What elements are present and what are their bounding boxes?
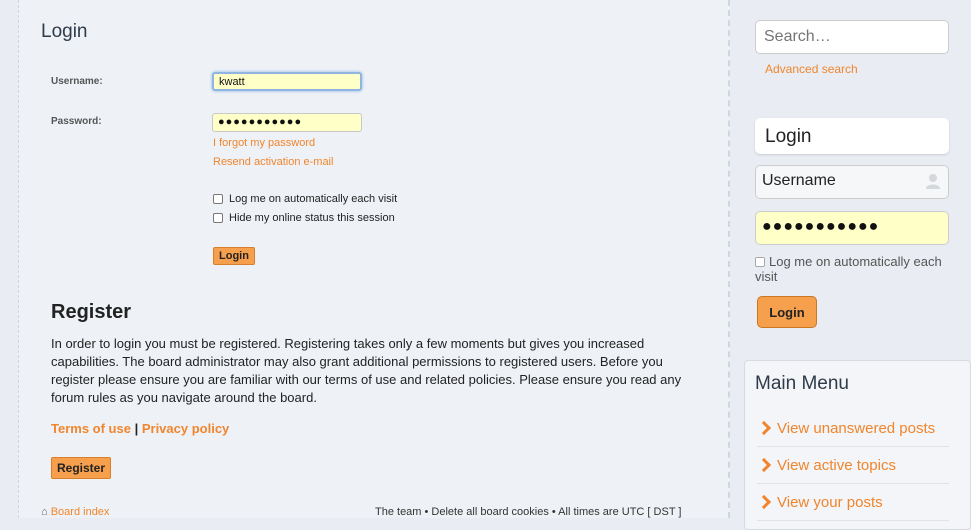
advanced-search-link[interactable]: Advanced search xyxy=(765,62,858,76)
login-button[interactable]: Login xyxy=(213,247,255,265)
sidebar-login-title: Login xyxy=(755,118,949,154)
sidebar-username-placeholder: Username xyxy=(762,172,836,189)
auto-login-label: Log me on automatically each visit xyxy=(229,193,398,205)
sidebar-login-button[interactable]: Login xyxy=(757,296,817,328)
hide-status-checkbox[interactable] xyxy=(213,213,223,223)
resend-activation-link[interactable]: Resend activation e-mail xyxy=(213,156,333,168)
user-icon xyxy=(926,174,940,189)
password-label: Password: xyxy=(51,116,102,127)
sidebar-remember-checkbox[interactable] xyxy=(755,257,765,267)
menu-item-label: View active topics xyxy=(777,456,896,474)
footer-right: The team • Delete all board cookies • Al… xyxy=(375,506,682,518)
menu-item-label: View your posts xyxy=(777,493,883,511)
chevron-right-icon xyxy=(756,457,772,473)
password-input[interactable]: ●●●●●●●●●●● xyxy=(212,113,362,132)
hide-status-row[interactable]: Hide my online status this session xyxy=(213,212,395,224)
register-button[interactable]: Register xyxy=(51,457,112,479)
menu-item-your-posts[interactable]: View your posts xyxy=(756,484,949,521)
auto-login-checkbox[interactable] xyxy=(213,194,223,204)
policy-separator: | xyxy=(134,421,139,436)
chevron-right-icon xyxy=(756,420,772,436)
search-input[interactable] xyxy=(755,20,949,54)
main-menu: Main Menu View unanswered posts View act… xyxy=(744,360,971,530)
sidebar-remember-label: Log me on automatically each visit xyxy=(755,254,942,284)
auto-login-row[interactable]: Log me on automatically each visit xyxy=(213,193,397,205)
menu-item-label: View unanswered posts xyxy=(777,419,936,437)
register-text: In order to login you must be registered… xyxy=(51,336,682,405)
terms-link[interactable]: Terms of use xyxy=(51,421,131,436)
forgot-password-link[interactable]: I forgot my password xyxy=(213,137,315,149)
sidebar-remember-row[interactable]: Log me on automatically each visit xyxy=(755,254,955,284)
hide-status-label: Hide my online status this session xyxy=(229,212,395,224)
main-panel: Login Username: kwatt Password: ●●●●●●●●… xyxy=(18,0,730,518)
chevron-right-icon xyxy=(756,494,772,510)
username-label: Username: xyxy=(51,76,103,87)
page-title: Login xyxy=(41,21,88,42)
board-index-link[interactable]: Board index xyxy=(51,506,110,518)
register-title: Register xyxy=(51,301,132,323)
menu-item-unanswered[interactable]: View unanswered posts xyxy=(756,410,949,447)
sidebar-password-input[interactable]: ●●●●●●●●●●● xyxy=(755,211,949,245)
privacy-link[interactable]: Privacy policy xyxy=(142,421,229,436)
policy-links: Terms of use | Privacy policy xyxy=(51,421,229,436)
home-icon: ⌂ xyxy=(41,506,48,518)
sidebar-username-input[interactable]: Username xyxy=(755,165,949,199)
footer-left: ⌂ Board index xyxy=(41,506,109,518)
username-input[interactable]: kwatt xyxy=(212,72,362,91)
menu-item-active-topics[interactable]: View active topics xyxy=(756,447,949,484)
main-menu-title: Main Menu xyxy=(755,373,849,394)
